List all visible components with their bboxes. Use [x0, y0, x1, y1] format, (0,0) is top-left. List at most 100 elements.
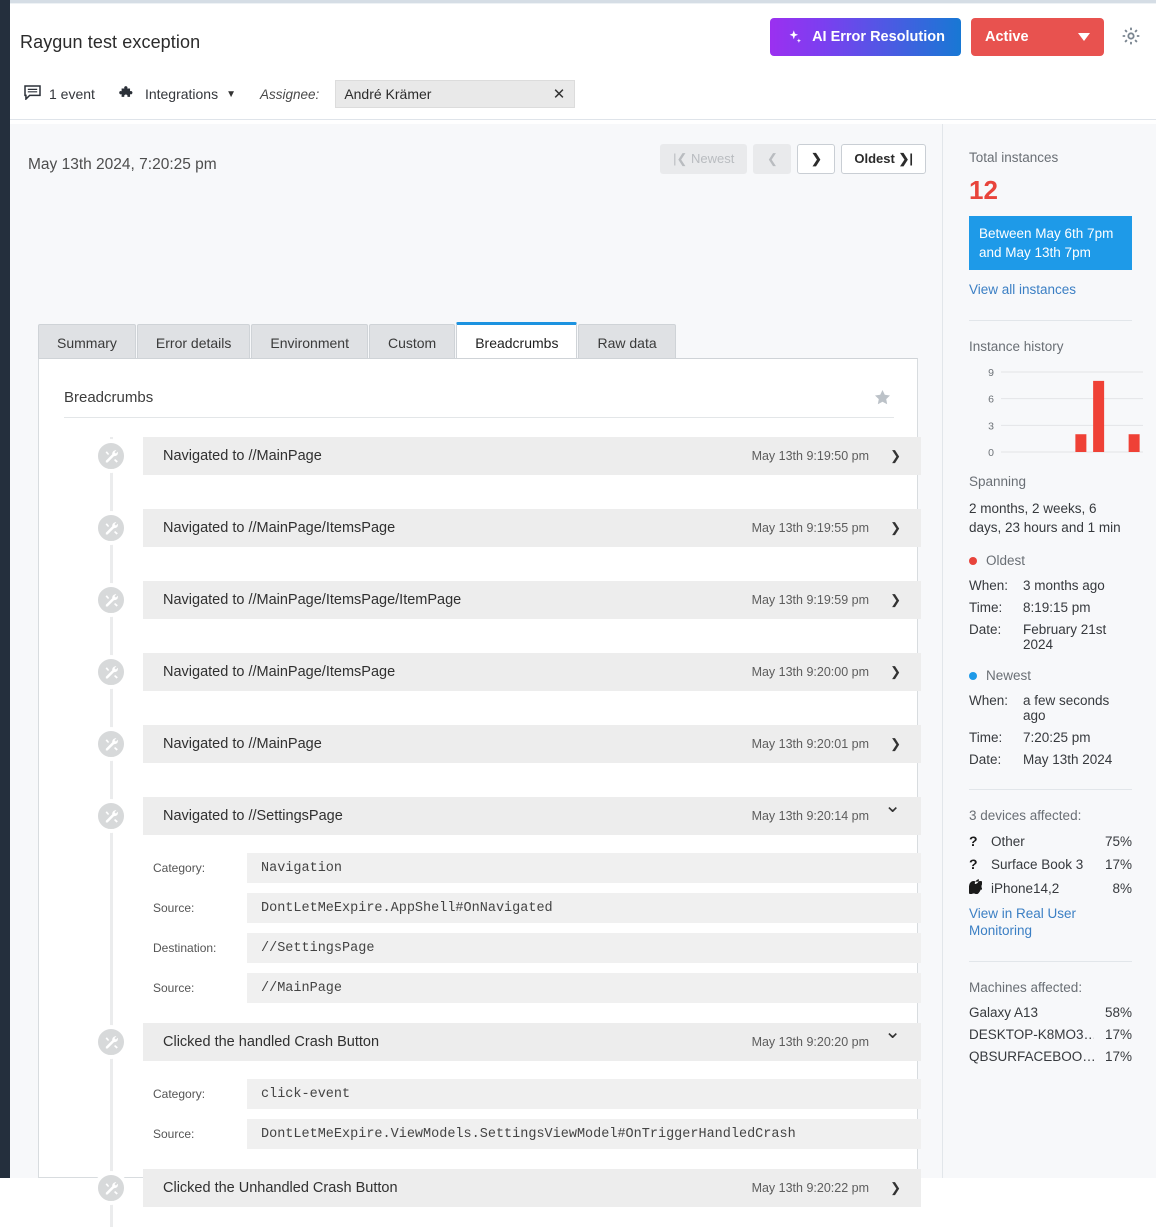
oldest-dot-icon — [969, 557, 977, 565]
machine-row: DESKTOP-K8MO3…17% — [969, 1027, 1132, 1042]
spanning-label: Spanning — [969, 474, 1132, 489]
breadcrumb-item[interactable]: Navigated to //MainPage/ItemsPageMay 13t… — [143, 653, 921, 691]
chevron-right-icon[interactable]: ❯ — [890, 1180, 901, 1196]
occurrence-date: May 13th 2024, 7:20:25 pm — [28, 156, 217, 174]
chevron-right-icon[interactable]: ❯ — [890, 592, 901, 608]
breadcrumb-item[interactable]: Navigated to //MainPage May 13th 9:20:01 … — [143, 725, 921, 763]
detail-key: Category: — [143, 1087, 247, 1101]
newest-dot-icon — [969, 672, 977, 680]
breadcrumb-item[interactable]: Navigated to //MainPage/ItemsPage/ItemPa… — [143, 581, 921, 619]
oldest-time-key: Time: — [969, 600, 1023, 615]
integrations-menu[interactable]: Integrations ▼ — [119, 85, 236, 104]
status-dropdown-button[interactable]: Active — [971, 18, 1104, 56]
oldest-when-key: When: — [969, 578, 1023, 593]
sidebar: Total instances 12 Between May 6th 7pm a… — [942, 124, 1156, 1178]
machine-row: Galaxy A1358% — [969, 1005, 1132, 1020]
page-header: Raygun test exception AI Error Resolutio… — [10, 4, 1156, 120]
device-row: ?Other75% — [969, 833, 1132, 849]
chevron-down-icon[interactable]: ⌄ — [884, 793, 901, 818]
tab-breadcrumbs[interactable]: Breadcrumbs — [456, 322, 577, 360]
breadcrumb-time: May 13th 9:19:59 pm — [752, 593, 869, 607]
breadcrumb-timeline: Navigated to //MainPageMay 13th 9:19:50 … — [39, 431, 919, 1177]
tab-custom[interactable]: Custom — [369, 324, 455, 360]
chevron-right-icon[interactable]: ❯ — [890, 736, 901, 752]
detail-row: Source:DontLetMeExpire.AppShell#OnNaviga… — [143, 893, 921, 923]
chevron-down-icon — [1078, 29, 1090, 45]
breadcrumb-time: May 13th 9:20:00 pm — [752, 665, 869, 679]
chevron-right-icon[interactable]: ❯ — [890, 520, 901, 536]
breadcrumbs-panel: Breadcrumbs Navigated to //MainPageMay 1… — [38, 358, 918, 1178]
device-name: Other — [991, 834, 1094, 849]
events-count[interactable]: 1 event — [24, 85, 95, 103]
breadcrumb-item[interactable]: Clicked the handled Crash ButtonMay 13th… — [143, 1023, 921, 1061]
breadcrumb-message: Navigated to //MainPage/ItemsPage/ItemPa… — [143, 592, 461, 608]
events-count-label: 1 event — [49, 86, 95, 102]
tools-icon — [94, 727, 128, 761]
detail-key: Source: — [143, 901, 247, 915]
tools-icon — [94, 583, 128, 617]
rum-link[interactable]: View in Real User Monitoring — [969, 905, 1132, 939]
machine-name: DESKTOP-K8MO3… — [969, 1027, 1094, 1042]
newest-time-value: 7:20:25 pm — [1023, 730, 1091, 745]
oldest-time-value: 8:19:15 pm — [1023, 600, 1091, 615]
assignee-field[interactable]: André Krämer ✕ — [335, 80, 575, 108]
breadcrumb-item[interactable]: Clicked the Unhandled Crash ButtonMay 13… — [143, 1169, 921, 1207]
tab-environment[interactable]: Environment — [251, 324, 368, 360]
nav-oldest-button[interactable]: Oldest ❯| — [841, 144, 926, 174]
puzzle-piece-icon — [119, 85, 137, 104]
breadcrumb-message: Navigated to //MainPage — [143, 736, 322, 752]
detail-key: Category: — [143, 861, 247, 875]
oldest-when-value: 3 months ago — [1023, 578, 1105, 593]
assignee-group: Assignee: André Krämer ✕ — [260, 80, 575, 108]
tab-error-details[interactable]: Error details — [137, 324, 250, 360]
header-actions: AI Error Resolution Active — [770, 18, 1144, 56]
tab-summary[interactable]: Summary — [38, 324, 136, 360]
tab-raw-data[interactable]: Raw data — [578, 324, 675, 360]
machines-section: Machines affected: Galaxy A1358% DESKTOP-… — [943, 962, 1156, 1064]
settings-gear-button[interactable] — [1118, 24, 1144, 50]
instance-history-label: Instance history — [969, 339, 1132, 354]
detail-value: DontLetMeExpire.ViewModels.SettingsViewM… — [247, 1119, 921, 1149]
total-instances-value: 12 — [969, 175, 1132, 206]
detail-key: Source: — [143, 1127, 247, 1141]
breadcrumb-time: May 13th 9:20:01 pm — [752, 737, 869, 751]
tools-icon — [94, 799, 128, 833]
close-icon[interactable]: ✕ — [553, 85, 566, 105]
device-percent: 75% — [1094, 834, 1132, 849]
favorite-star-icon[interactable] — [873, 388, 892, 412]
svg-text:0: 0 — [988, 447, 994, 459]
newest-when-value: a few seconds ago — [1023, 693, 1132, 723]
question-mark-icon: ? — [969, 833, 991, 849]
newest-time-key: Time: — [969, 730, 1023, 745]
oldest-date-key: Date: — [969, 622, 1023, 652]
chevron-down-icon[interactable]: ⌄ — [884, 1019, 901, 1044]
machines-label: Machines affected: — [969, 980, 1132, 995]
oldest-date-value: February 21st 2024 — [1023, 622, 1132, 652]
total-instances-label: Total instances — [969, 150, 1132, 165]
nav-next-button[interactable]: ❯ — [797, 144, 835, 174]
machine-name: Galaxy A13 — [969, 1005, 1094, 1020]
chevron-right-icon[interactable]: ❯ — [890, 664, 901, 680]
breadcrumb-message: Clicked the Unhandled Crash Button — [143, 1180, 398, 1196]
newest-date-key: Date: — [969, 752, 1023, 767]
machine-percent: 17% — [1094, 1027, 1132, 1042]
breadcrumb-message: Navigated to //SettingsPage — [143, 808, 343, 824]
newest-date-value: May 13th 2024 — [1023, 752, 1112, 767]
view-all-instances-link[interactable]: View all instances — [969, 281, 1132, 298]
detail-value: //MainPage — [247, 973, 921, 1003]
newest-label: Newest — [986, 668, 1031, 683]
chevron-right-icon[interactable]: ❯ — [890, 448, 901, 464]
tools-icon — [94, 655, 128, 689]
integrations-label: Integrations — [145, 86, 218, 102]
ai-error-resolution-button[interactable]: AI Error Resolution — [770, 18, 961, 56]
breadcrumb-item[interactable]: Navigated to //MainPageMay 13th 9:19:50 … — [143, 437, 921, 475]
device-name: iPhone14,2 — [991, 881, 1094, 896]
detail-value: Navigation — [247, 853, 921, 883]
page-body: May 13th 2024, 7:20:25 pm |❮ Newest ❮ ❯ … — [10, 124, 1156, 1178]
assignee-label: Assignee: — [260, 87, 319, 102]
detail-row: Category:Navigation — [143, 853, 921, 883]
page-title: Raygun test exception — [20, 32, 200, 53]
device-row: ?Surface Book 317% — [969, 856, 1132, 872]
breadcrumb-item[interactable]: Navigated to //MainPage/ItemsPageMay 13t… — [143, 509, 921, 547]
breadcrumb-item[interactable]: Navigated to //SettingsPageMay 13th 9:20… — [143, 797, 921, 835]
